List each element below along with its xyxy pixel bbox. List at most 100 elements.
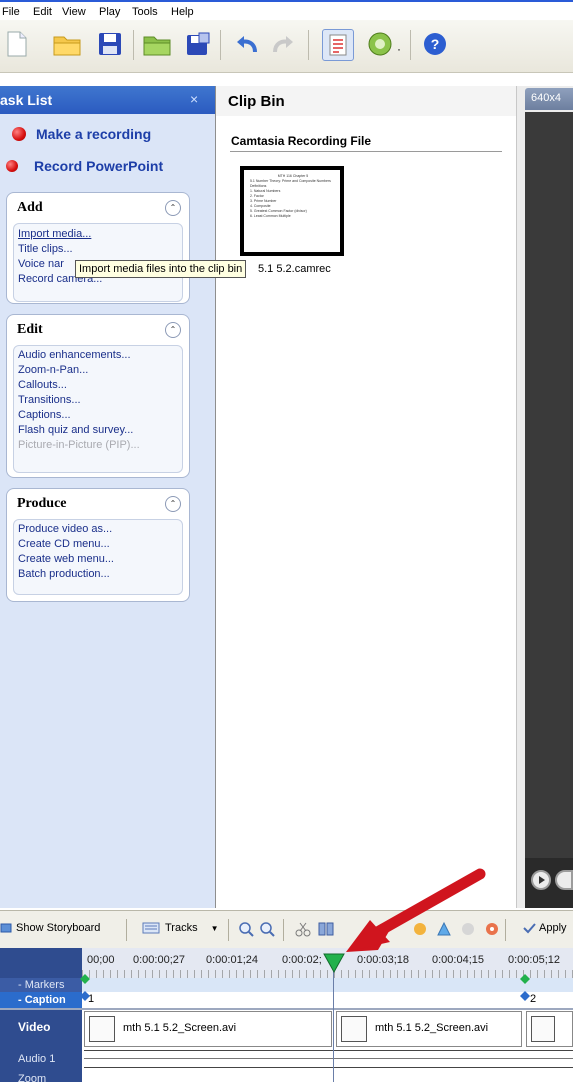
add-panel: Add ⌃ Import media... Title clips... Voi…: [6, 192, 190, 304]
clip-bin: Camtasia Recording File MTH 116 Chapter …: [216, 116, 516, 908]
make-recording-link[interactable]: Make a recording: [12, 126, 151, 142]
produce-dropdown-icon[interactable]: ·: [397, 42, 401, 56]
markers-track[interactable]: [82, 978, 573, 992]
play-icon[interactable]: [531, 870, 551, 890]
video-clip[interactable]: mth 5.1 5.2_Screen.avi: [84, 1011, 332, 1047]
collapse-chevron-icon[interactable]: ⌃: [165, 496, 181, 512]
menu-view[interactable]: View: [62, 6, 86, 18]
create-web-menu-link[interactable]: Create web menu...: [14, 552, 182, 567]
menu-tools[interactable]: Tools: [132, 6, 158, 18]
picture-in-picture-link: Picture-in-Picture (PIP)...: [18, 439, 140, 451]
task-list-header: ask List ×: [0, 86, 215, 114]
batch-production-link[interactable]: Batch production...: [14, 567, 182, 582]
caption-diamond-icon[interactable]: [80, 991, 90, 1001]
collapse-chevron-icon[interactable]: ⌃: [165, 322, 181, 338]
marker-diamond-icon[interactable]: [520, 974, 530, 984]
player-controls: [525, 858, 573, 908]
produce-panel-title: Produce: [17, 496, 67, 511]
produce-icon[interactable]: [365, 29, 395, 59]
produce-video-link[interactable]: Produce video as...: [14, 522, 182, 537]
audio-track[interactable]: [84, 1050, 573, 1068]
import-media-tooltip: Import media files into the clip bin: [75, 260, 247, 278]
record-icon: [12, 127, 26, 141]
next-icon[interactable]: [555, 870, 573, 890]
apply-button[interactable]: Apply: [522, 922, 567, 934]
tick-label: 0:00:02;: [282, 954, 322, 966]
edit-panel-body: Audio enhancements... Zoom-n-Pan... Call…: [13, 345, 183, 473]
flash-quiz-link[interactable]: Flash quiz and survey...: [14, 423, 182, 438]
edit-panel: Edit ⌃ Audio enhancements... Zoom-n-Pan.…: [6, 314, 190, 478]
transitions-link[interactable]: Transitions...: [14, 393, 182, 408]
video-clip[interactable]: mth 5.1 5.2_Screen.avi: [336, 1011, 522, 1047]
create-cd-menu-link[interactable]: Create CD menu...: [14, 537, 182, 552]
resolution-dropdown[interactable]: 640x4: [525, 88, 573, 110]
record-powerpoint-link[interactable]: Record PowerPoint: [0, 158, 163, 174]
close-icon[interactable]: ×: [190, 91, 198, 107]
import-folder-icon[interactable]: [142, 29, 172, 59]
caption-row-label[interactable]: - Caption: [0, 992, 82, 1008]
markers-row-label[interactable]: - Markers: [0, 978, 82, 992]
clip-bin-section-title: Camtasia Recording File: [231, 134, 372, 148]
tick-label: 00;00: [87, 954, 115, 966]
tick-label: 0:00:01;24: [206, 954, 258, 966]
zoom-row-label[interactable]: Zoom: [0, 1070, 82, 1082]
clip-thumbnail-icon: [531, 1016, 555, 1042]
produce-panel: Produce ⌃ Produce video as... Create CD …: [6, 488, 190, 602]
main-toolbar: · ?: [0, 20, 573, 73]
annotation-arrow-icon: [346, 868, 486, 952]
produce-panel-body: Produce video as... Create CD menu... Cr…: [13, 519, 183, 595]
section-divider: [230, 151, 502, 152]
tracks-button[interactable]: Tracks ▼: [142, 922, 219, 934]
camrec-clip-label: 5.1 5.2.camrec: [258, 263, 331, 275]
audio-row-label[interactable]: Audio 1: [0, 1048, 82, 1070]
import-media-link[interactable]: Import media...: [14, 227, 182, 242]
task-list-title: ask List: [0, 92, 53, 108]
new-project-icon[interactable]: [2, 29, 32, 59]
save-as-icon[interactable]: [183, 29, 213, 59]
video-clip[interactable]: [526, 1011, 573, 1047]
menu-edit[interactable]: Edit: [33, 6, 52, 18]
tick-label: 0:00:05;12: [508, 954, 560, 966]
caption-diamond-icon[interactable]: [520, 991, 530, 1001]
menu-play[interactable]: Play: [99, 6, 120, 18]
video-row-label[interactable]: Video: [0, 1010, 82, 1048]
audio-enhancements-link[interactable]: Audio enhancements...: [14, 348, 182, 363]
edit-panel-title: Edit: [17, 322, 43, 337]
captions-link[interactable]: Captions...: [14, 408, 182, 423]
menu-file[interactable]: File: [2, 6, 20, 18]
callouts-link[interactable]: Callouts...: [14, 378, 182, 393]
tick-label: 0:00:00;27: [133, 954, 185, 966]
cut-icon[interactable]: [295, 921, 311, 940]
clip-thumbnail-icon: [89, 1016, 115, 1042]
tracks-icon: [142, 922, 160, 934]
tracks-dropdown-icon: ▼: [210, 923, 219, 933]
apply-icon: [523, 923, 536, 934]
title-clips-link[interactable]: Title clips...: [14, 242, 182, 257]
zoom-n-pan-link[interactable]: Zoom-n-Pan...: [14, 363, 182, 378]
clip-bin-header: Clip Bin: [216, 86, 516, 117]
undo-icon[interactable]: [232, 29, 262, 59]
save-icon[interactable]: [95, 29, 125, 59]
svg-text:?: ?: [431, 36, 440, 52]
clip-thumbnail-icon: [341, 1016, 367, 1042]
storyboard-icon: [0, 923, 12, 933]
menu-help[interactable]: Help: [171, 6, 194, 18]
open-folder-icon[interactable]: [52, 29, 82, 59]
show-storyboard-button[interactable]: Show Storyboard: [0, 922, 100, 934]
caption-track[interactable]: 1 2: [82, 992, 573, 1008]
task-list-toggle-icon[interactable]: [322, 29, 354, 61]
add-panel-title: Add: [17, 200, 43, 215]
clip-bin-title: Clip Bin: [228, 93, 285, 110]
powerpoint-record-icon: [6, 160, 18, 172]
camrec-clip-thumbnail[interactable]: MTH 116 Chapter 5 5.1 Number Theory: Pri…: [240, 166, 344, 256]
marker-diamond-icon[interactable]: [80, 974, 90, 984]
caption-marker-label: 2: [530, 993, 537, 1005]
redo-icon: [268, 29, 298, 59]
menu-bar: File Edit View Play Tools Help: [0, 0, 573, 20]
zoom-out-icon[interactable]: [259, 921, 275, 940]
preview-canvas: [525, 112, 573, 858]
help-icon[interactable]: ?: [420, 29, 450, 59]
zoom-in-icon[interactable]: [238, 921, 254, 940]
split-icon[interactable]: [318, 921, 334, 940]
collapse-chevron-icon[interactable]: ⌃: [165, 200, 181, 216]
